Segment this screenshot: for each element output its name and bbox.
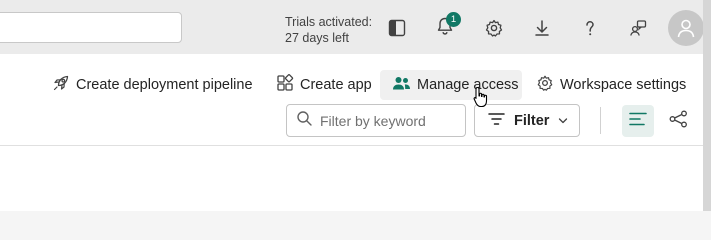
layout-panel-icon[interactable] — [381, 12, 413, 44]
feedback-icon[interactable] — [622, 12, 654, 44]
content-separator — [0, 145, 703, 146]
filter-button[interactable]: Filter — [474, 104, 580, 137]
notifications-button[interactable]: 1 — [429, 12, 461, 44]
list-view-icon — [629, 112, 647, 131]
filter-keyword-input[interactable] — [320, 112, 450, 129]
filter-button-label: Filter — [514, 112, 550, 129]
gear-icon — [536, 74, 554, 96]
settings-icon[interactable] — [478, 12, 510, 44]
manage-access-button[interactable]: Manage access — [380, 70, 522, 100]
hand-cursor-icon — [473, 86, 489, 113]
global-search-box[interactable] — [0, 12, 182, 43]
workspace-settings-label: Workspace settings — [560, 77, 687, 93]
toolbar-divider — [600, 107, 601, 134]
app-box-icon — [276, 74, 294, 96]
trial-status-line1: Trials activated: — [285, 15, 373, 29]
trial-status[interactable]: Trials activated: 27 days left — [285, 14, 372, 46]
top-bar: Trials activated: 27 days left 1 — [0, 0, 704, 54]
create-app-label: Create app — [300, 77, 372, 93]
manage-access-label: Manage access — [417, 77, 519, 93]
create-deployment-pipeline-button[interactable]: Create deployment pipeline — [52, 70, 253, 100]
rocket-icon — [52, 74, 70, 96]
right-edge-scrollbar — [703, 0, 711, 211]
filter-lines-icon — [488, 112, 505, 130]
avatar-icon[interactable] — [668, 10, 704, 46]
chevron-down-icon — [558, 113, 568, 129]
create-app-button[interactable]: Create app — [276, 70, 372, 100]
list-view-button[interactable] — [622, 105, 654, 137]
people-icon — [392, 74, 411, 96]
trial-status-line2: 27 days left — [285, 31, 349, 45]
lineage-icon — [669, 110, 688, 133]
notification-count-badge: 1 — [446, 12, 461, 27]
download-icon[interactable] — [526, 12, 558, 44]
lineage-view-button[interactable] — [662, 105, 694, 137]
create-deployment-pipeline-label: Create deployment pipeline — [76, 77, 253, 93]
workspace-settings-button[interactable]: Workspace settings — [536, 70, 686, 100]
search-icon — [296, 110, 313, 132]
help-icon[interactable] — [574, 12, 606, 44]
filter-by-keyword-field[interactable] — [286, 104, 466, 137]
